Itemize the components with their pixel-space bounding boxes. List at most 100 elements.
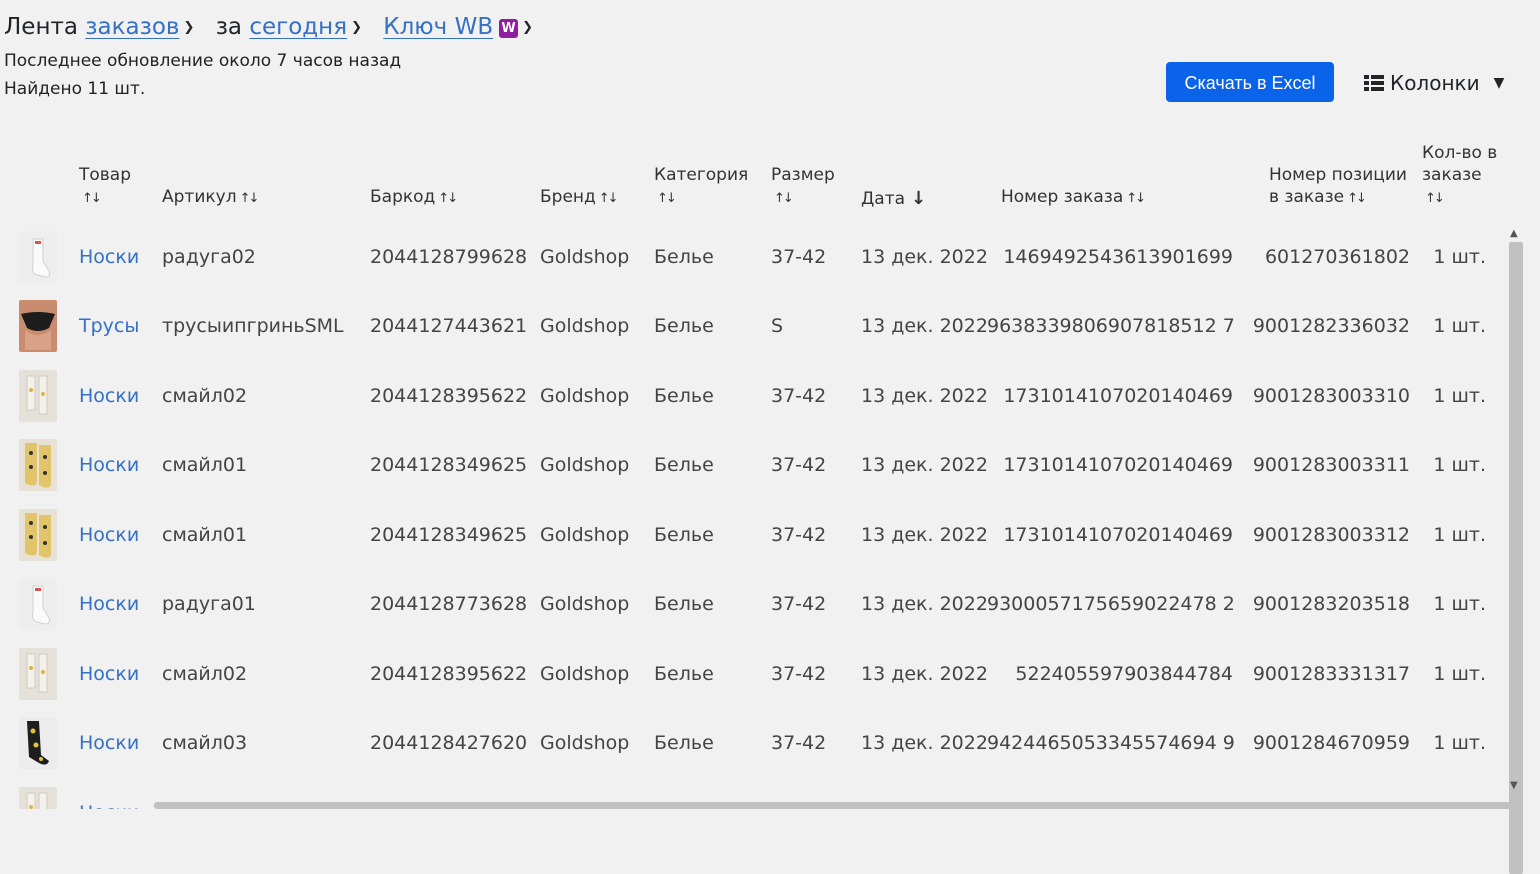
product-thumbnail[interactable] xyxy=(0,570,79,640)
product-thumbnail[interactable] xyxy=(0,709,79,779)
period-dropdown[interactable]: сегодня xyxy=(249,14,347,40)
cell-order-no: 1469492543613901699 xyxy=(987,222,1251,292)
table-row: Носкисмайл022044128395622GoldshopБелье37… xyxy=(0,639,1500,709)
table-header-row: Товар↑↓ Артикул↑↓ Баркод↑↓ Бренд↑↓ Катег… xyxy=(0,112,1500,222)
sort-icon[interactable]: ↑↓ xyxy=(774,191,792,206)
table-row: Носкисмайл012044128349625GoldshopБелье37… xyxy=(0,431,1500,501)
product-link[interactable]: Носки xyxy=(79,593,139,615)
sort-icon[interactable]: ↑↓ xyxy=(1347,191,1365,206)
cell-size: 37-42 xyxy=(771,639,861,709)
cell-article: смайл03 xyxy=(162,709,370,779)
cell-barcode: 2044128349625 xyxy=(370,431,540,501)
list-icon xyxy=(1364,75,1384,91)
cell-product[interactable]: Носки xyxy=(79,431,162,501)
product-thumbnail[interactable] xyxy=(0,361,79,431)
cell-article: смайл02 xyxy=(162,361,370,431)
col-header-order-no[interactable]: Номер заказа↑↓ xyxy=(987,112,1251,222)
cell-order-no: 9424465053345574694 9 xyxy=(987,709,1251,779)
sort-icon[interactable]: ↑↓ xyxy=(438,191,456,206)
product-link[interactable]: Трусы xyxy=(79,315,139,337)
found-count: Найдено 11 шт. xyxy=(4,75,1304,103)
product-thumbnail[interactable] xyxy=(0,431,79,501)
sort-desc-icon[interactable]: ↓ xyxy=(911,188,926,209)
cell-category: Белье xyxy=(654,500,771,570)
product-thumbnail[interactable] xyxy=(0,639,79,709)
col-header-date[interactable]: Дата↓ xyxy=(861,112,987,222)
cell-qty: 1 шт. xyxy=(1422,361,1500,431)
chevron-down-icon[interactable]: ❯ xyxy=(351,9,362,47)
sort-icon[interactable]: ↑↓ xyxy=(240,191,258,206)
product-link[interactable]: Носки xyxy=(79,524,139,546)
cell-brand: Goldshop xyxy=(540,500,654,570)
cell-position-no: 601270361802 xyxy=(1251,222,1422,292)
sort-icon[interactable]: ↑↓ xyxy=(1425,191,1443,206)
product-thumbnail[interactable] xyxy=(0,778,79,809)
chevron-down-icon[interactable]: ❯ xyxy=(183,9,194,47)
col-header-article[interactable]: Артикул↑↓ xyxy=(162,112,370,222)
cell-brand: Goldshop xyxy=(540,361,654,431)
table-row: Носкисмайл032044128427620GoldshopБелье37… xyxy=(0,709,1500,779)
chevron-down-icon[interactable]: ❯ xyxy=(522,9,533,47)
col-thumb-header xyxy=(0,112,79,222)
cell-brand: Goldshop xyxy=(540,639,654,709)
cell-product[interactable]: Носки xyxy=(79,222,162,292)
columns-dropdown-button[interactable]: Колонки ▼ xyxy=(1364,68,1504,98)
cell-product[interactable]: Носки xyxy=(79,361,162,431)
col-header-size[interactable]: Размер↑↓ xyxy=(771,112,861,222)
sort-icon[interactable]: ↑↓ xyxy=(657,191,675,206)
product-link[interactable]: Носки xyxy=(79,246,139,268)
table-body: Носкирадуга022044128799628GoldshopБелье3… xyxy=(0,222,1500,809)
table-row: ТрусытрусыипгриньSML2044127443621Goldsho… xyxy=(0,292,1500,362)
cell-product[interactable]: Носки xyxy=(79,778,162,809)
cell-brand: Goldshop xyxy=(540,292,654,362)
product-thumbnail[interactable] xyxy=(0,222,79,292)
cell-product[interactable]: Носки xyxy=(79,570,162,640)
cell-product[interactable]: Носки xyxy=(79,709,162,779)
cell-article: смайл01 xyxy=(162,431,370,501)
cell-qty: 1 шт. xyxy=(1422,222,1500,292)
orders-table-container: Товар↑↓ Артикул↑↓ Баркод↑↓ Бренд↑↓ Катег… xyxy=(0,112,1500,809)
col-header-product[interactable]: Товар↑↓ xyxy=(79,112,162,222)
cell-category: Белье xyxy=(654,570,771,640)
product-thumbnail[interactable] xyxy=(0,292,79,362)
cell-order-no: 1731014107020140469 xyxy=(987,431,1251,501)
sort-icon[interactable]: ↑↓ xyxy=(82,191,100,206)
table-row: Носкисмайл012044128349625GoldshopБелье37… xyxy=(0,500,1500,570)
product-thumbnail[interactable] xyxy=(0,500,79,570)
sort-icon[interactable]: ↑↓ xyxy=(1126,191,1144,206)
wb-badge-icon: W xyxy=(499,19,518,38)
cell-product[interactable]: Носки xyxy=(79,639,162,709)
title-prefix: Лента xyxy=(4,14,78,40)
cell-article: радуга01 xyxy=(162,570,370,640)
col-header-brand[interactable]: Бренд↑↓ xyxy=(540,112,654,222)
cell-position-no: 9001283003311 xyxy=(1251,431,1422,501)
cell-size: 37-42 xyxy=(771,431,861,501)
cell-size: 37-42 xyxy=(771,570,861,640)
col-header-position-no[interactable]: Номер позиции в заказе↑↓ xyxy=(1251,112,1422,222)
table-row: Носкирадуга022044128799628GoldshopБелье3… xyxy=(0,222,1500,292)
feed-type-dropdown[interactable]: заказов xyxy=(85,14,179,40)
col-header-category[interactable]: Категория↑↓ xyxy=(654,112,771,222)
download-excel-button[interactable]: Скачать в Excel xyxy=(1166,62,1334,102)
cell-product[interactable]: Носки xyxy=(79,500,162,570)
col-header-qty[interactable]: Кол-во в заказе↑↓ xyxy=(1422,112,1500,222)
scroll-up-arrow-icon[interactable]: ▲ xyxy=(1510,228,1518,239)
product-link[interactable]: Носки xyxy=(79,385,139,407)
cell-date: 13 дек. 2022 xyxy=(861,222,987,292)
cell-brand: Goldshop xyxy=(540,431,654,501)
sort-icon[interactable]: ↑↓ xyxy=(599,191,617,206)
scroll-down-arrow-icon[interactable]: ▼ xyxy=(1510,780,1518,791)
product-link[interactable]: Носки xyxy=(79,802,139,809)
horizontal-scrollbar[interactable] xyxy=(154,802,1514,809)
product-link[interactable]: Носки xyxy=(79,454,139,476)
cell-brand: Goldshop xyxy=(540,570,654,640)
vertical-scrollbar[interactable]: ▲ ▼ xyxy=(1506,228,1526,796)
product-link[interactable]: Носки xyxy=(79,732,139,754)
cell-product[interactable]: Трусы xyxy=(79,292,162,362)
page-header: Лента заказов❯ за сегодня❯ Ключ WBW❯ Пос… xyxy=(4,8,1304,103)
api-key-dropdown[interactable]: Ключ WB xyxy=(383,14,493,40)
col-header-barcode[interactable]: Баркод↑↓ xyxy=(370,112,540,222)
product-link[interactable]: Носки xyxy=(79,663,139,685)
cell-size: 37-42 xyxy=(771,222,861,292)
cell-position-no: 9001283003310 xyxy=(1251,361,1422,431)
